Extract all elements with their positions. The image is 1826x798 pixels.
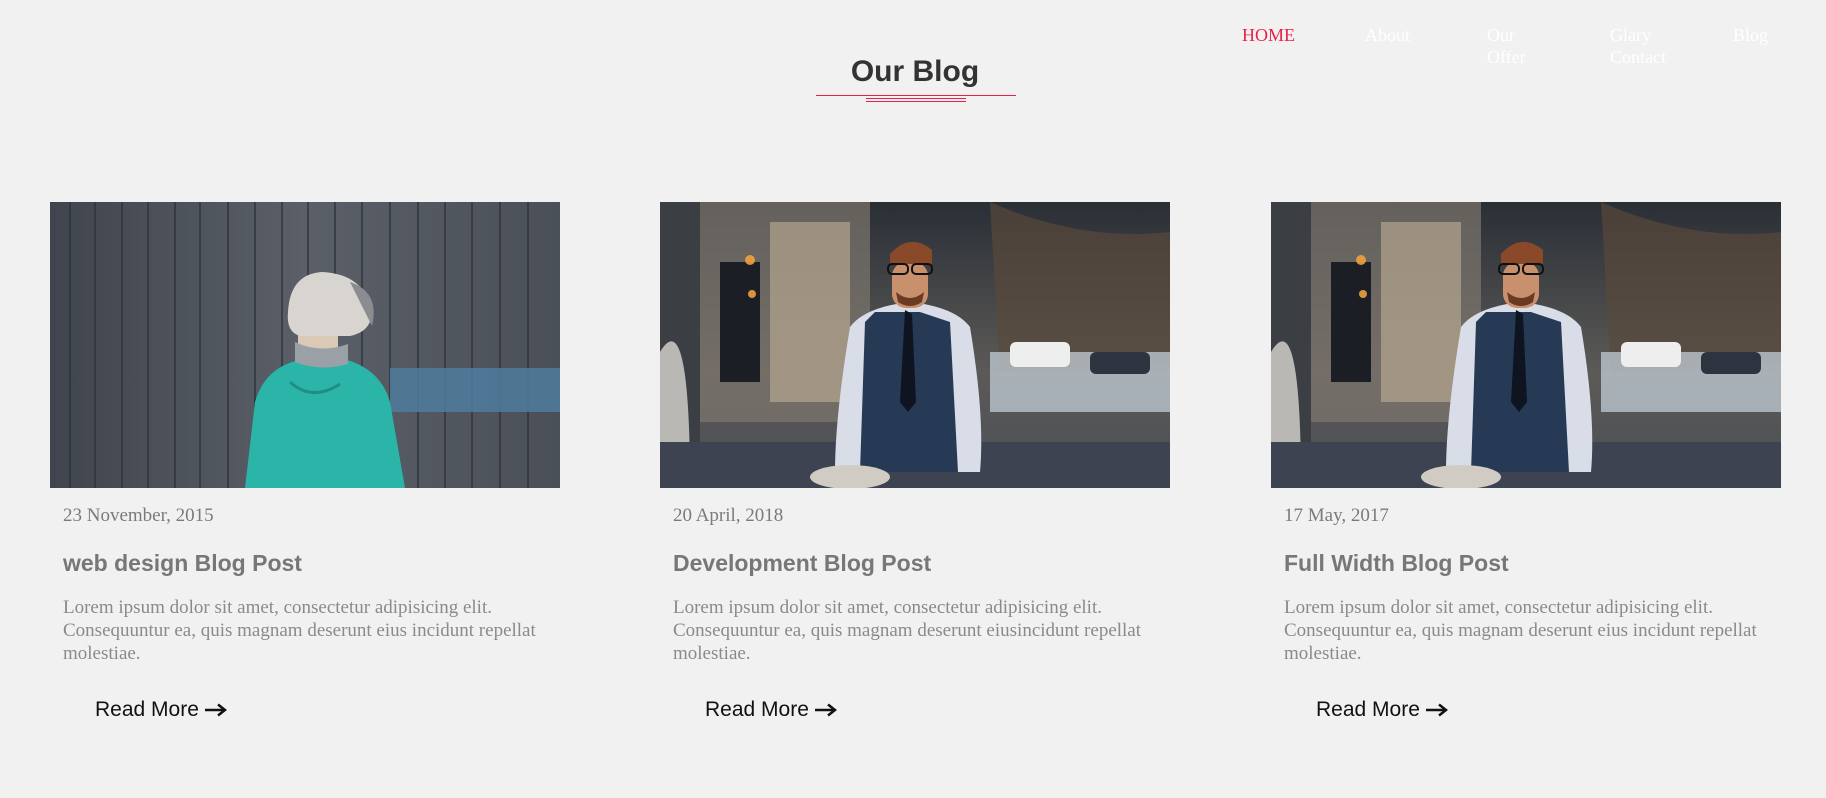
read-more-link[interactable]: Read More xyxy=(95,697,227,723)
post-date: 20 April, 2018 xyxy=(673,505,784,526)
title-underline-short xyxy=(866,101,966,102)
blog-card: 20 April, 2018 Development Blog Post Lor… xyxy=(660,202,1170,723)
page-title: Our Blog xyxy=(850,55,980,88)
read-more-label: Read More xyxy=(705,698,809,721)
blog-card-body: 20 April, 2018 Development Blog Post Lor… xyxy=(660,504,1170,723)
arrow-right-icon xyxy=(204,703,227,717)
post-date: 17 May, 2017 xyxy=(1284,505,1389,526)
arrow-right-icon xyxy=(814,703,837,717)
read-more-link[interactable]: Read More xyxy=(1316,697,1448,723)
title-underline-short xyxy=(866,98,966,99)
post-title[interactable]: web design Blog Post xyxy=(63,548,560,578)
nav-item-about[interactable]: About xyxy=(1365,24,1410,46)
blog-post-image[interactable] xyxy=(50,202,560,488)
post-title[interactable]: Development Blog Post xyxy=(673,548,1170,578)
arrow-right-icon xyxy=(1425,703,1448,717)
section-header: Our Blog xyxy=(0,52,1826,92)
post-excerpt: Lorem ipsum dolor sit amet, consectetur … xyxy=(1284,597,1757,664)
post-excerpt: Lorem ipsum dolor sit amet, consectetur … xyxy=(673,597,1142,664)
title-underline xyxy=(816,95,1016,96)
read-more-label: Read More xyxy=(1316,698,1420,721)
nav-item-home[interactable]: HOME xyxy=(1242,24,1295,46)
blog-card: 23 November, 2015 web design Blog Post L… xyxy=(50,202,560,723)
blog-card-body: 17 May, 2017 Full Width Blog Post Lorem … xyxy=(1271,504,1781,723)
blog-post-image[interactable] xyxy=(1271,202,1781,488)
post-excerpt: Lorem ipsum dolor sit amet, consectetur … xyxy=(63,597,536,664)
blog-card-body: 23 November, 2015 web design Blog Post L… xyxy=(50,504,560,723)
read-more-label: Read More xyxy=(95,698,199,721)
nav-item-blog[interactable]: Blog xyxy=(1733,24,1768,46)
post-title[interactable]: Full Width Blog Post xyxy=(1284,548,1781,578)
blog-card: 17 May, 2017 Full Width Blog Post Lorem … xyxy=(1271,202,1781,723)
post-date: 23 November, 2015 xyxy=(63,505,214,526)
read-more-link[interactable]: Read More xyxy=(705,697,837,723)
blog-post-image[interactable] xyxy=(660,202,1170,488)
